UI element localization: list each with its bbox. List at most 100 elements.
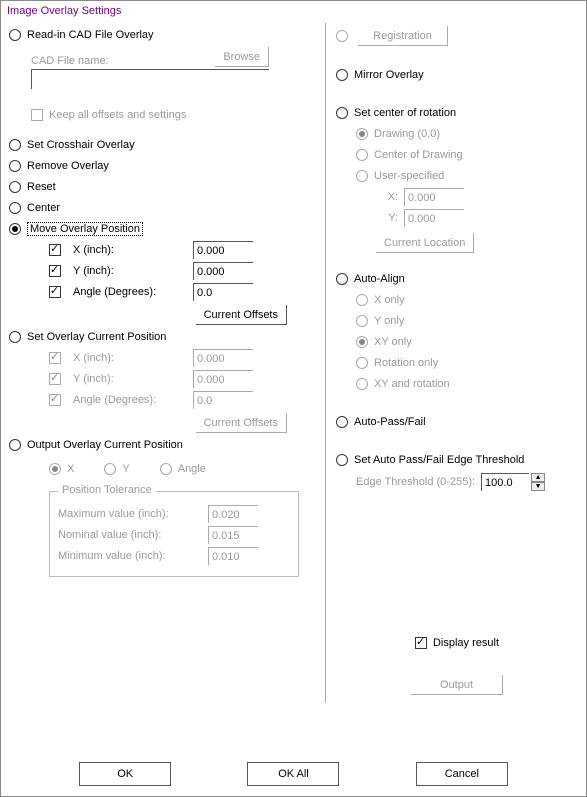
radio-icon [9,202,21,214]
radio-label: XY only [374,336,412,348]
radio-user-specified[interactable]: User-specified [356,167,578,185]
radio-align-rotation-only[interactable]: Rotation only [356,354,578,372]
checkbox-icon[interactable] [49,286,61,298]
radio-icon [356,149,368,161]
group-legend: Position Tolerance [58,484,156,496]
input-cur-x[interactable] [193,349,253,367]
input-cur-angle[interactable] [193,391,253,409]
radio-label: Set Auto Pass/Fail Edge Threshold [354,454,524,466]
right-column: Registration Mirror Overlay Set center o… [336,23,578,703]
registration-button[interactable]: Registration [358,26,448,46]
radio-align-xy-only[interactable]: XY only [356,333,578,351]
ok-button[interactable]: OK [79,762,171,786]
radio-remove-overlay[interactable]: Remove Overlay [9,157,321,175]
checkbox-icon[interactable] [49,352,61,364]
checkbox-icon [415,637,427,649]
radio-label: X only [374,294,405,306]
radio-label: Set center of rotation [354,107,456,119]
radio-auto-align[interactable]: Auto-Align [336,270,578,288]
output-button[interactable]: Output [411,675,503,695]
radio-icon [356,294,368,306]
radio-center-of-drawing[interactable]: Center of Drawing [356,146,578,164]
radio-label: Center [27,202,60,214]
dialog-title: Image Overlay Settings [1,1,586,19]
check-display-result[interactable]: Display result [336,634,578,652]
radio-icon [356,336,368,348]
radio-mirror-overlay[interactable]: Mirror Overlay [336,66,578,84]
radio-icon [49,463,61,475]
radio-align-x-only[interactable]: X only [356,291,578,309]
field-cur-x: X (inch): [49,349,321,367]
field-move-angle: Angle (Degrees): [49,283,321,301]
radio-set-auto-threshold[interactable]: Set Auto Pass/Fail Edge Threshold [336,451,578,469]
radio-auto-pass-fail[interactable]: Auto-Pass/Fail [336,413,578,431]
radio-icon [356,315,368,327]
input-move-y[interactable] [193,262,253,280]
field-cur-y: Y (inch): [49,370,321,388]
checkbox-icon[interactable] [49,394,61,406]
radio-align-xy-rotation[interactable]: XY and rotation [356,375,578,393]
input-edge-threshold[interactable] [481,473,529,491]
field-move-y: Y (inch): [49,262,321,280]
radio-set-current-position[interactable]: Set Overlay Current Position [9,328,321,346]
radio-read-in-cad[interactable]: Read-in CAD File Overlay [9,26,321,44]
radio-set-center-rotation[interactable]: Set center of rotation [336,104,578,122]
stepper-down-icon[interactable]: ▼ [531,482,545,491]
radio-icon [356,378,368,390]
radio-drawing-00[interactable]: Drawing (0,0) [356,125,578,143]
input-tol-min[interactable] [208,547,258,565]
checkbox-icon[interactable] [49,373,61,385]
radio-output-position[interactable]: Output Overlay Current Position [9,436,321,454]
input-center-x[interactable] [404,188,464,206]
radio-label: Mirror Overlay [354,69,424,81]
field-label: Edge Threshold (0-255): [356,476,475,488]
input-move-x[interactable] [193,241,253,259]
radio-set-crosshair[interactable]: Set Crosshair Overlay [9,136,321,154]
radio-registration[interactable]: Registration [336,26,578,46]
input-cur-y[interactable] [193,370,253,388]
current-offsets-button-2[interactable]: Current Offsets [196,413,287,433]
input-tol-nom[interactable] [208,526,258,544]
radio-icon [336,273,348,285]
radio-label: Remove Overlay [27,160,109,172]
edge-threshold-stepper[interactable]: ▲ ▼ [481,473,545,491]
field-label: X: [376,191,398,203]
browse-button[interactable]: Browse [215,47,269,67]
field-move-x: X (inch): [49,241,321,259]
field-cur-angle: Angle (Degrees): [49,391,321,409]
current-location-button[interactable]: Current Location [376,233,474,253]
field-label: Nominal value (inch): [58,529,208,541]
radio-output-x[interactable]: X [49,460,74,478]
field-label: Y (inch): [73,265,193,277]
checkbox-icon[interactable] [49,265,61,277]
radio-icon [9,331,21,343]
radio-reset[interactable]: Reset [9,178,321,196]
radio-label: User-specified [374,170,444,182]
radio-label: Auto-Pass/Fail [354,416,426,428]
ok-all-button[interactable]: OK All [247,762,339,786]
cad-file-input[interactable] [31,69,269,89]
current-offsets-button-1[interactable]: Current Offsets [196,305,287,325]
radio-icon [9,29,21,41]
radio-center[interactable]: Center [9,199,321,217]
checkbox-icon[interactable] [49,244,61,256]
input-tol-max[interactable] [208,505,258,523]
check-label: Display result [433,637,499,649]
radio-align-y-only[interactable]: Y only [356,312,578,330]
radio-output-y[interactable]: Y [104,460,129,478]
input-move-angle[interactable] [193,283,253,301]
field-label: X (inch): [73,244,193,256]
stepper-up-icon[interactable]: ▲ [531,473,545,482]
position-tolerance-group: Position Tolerance Maximum value (inch):… [49,491,299,577]
radio-icon [9,223,21,235]
radio-output-angle[interactable]: Angle [160,460,206,478]
field-label: Angle (Degrees): [73,286,193,298]
field-label: Angle (Degrees): [73,394,193,406]
radio-icon [336,30,348,42]
cancel-button[interactable]: Cancel [416,762,508,786]
check-keep-offsets[interactable]: Keep all offsets and settings [31,106,321,124]
input-center-y[interactable] [404,209,464,227]
radio-label: Output Overlay Current Position [27,439,183,451]
radio-move-position[interactable]: Move Overlay Position [9,220,321,238]
radio-icon [356,170,368,182]
